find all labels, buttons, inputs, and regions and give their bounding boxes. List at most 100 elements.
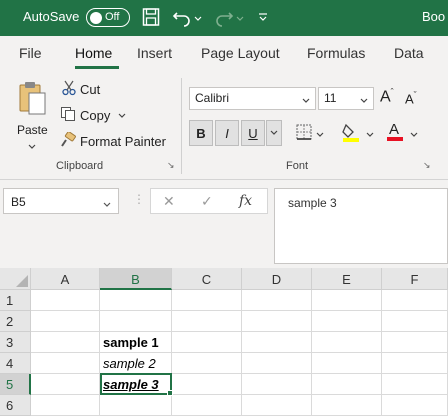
- grid-cell[interactable]: [312, 395, 382, 416]
- grid-cell[interactable]: [242, 353, 312, 374]
- paste-button[interactable]: Paste: [14, 78, 52, 150]
- row-header-6[interactable]: 6: [0, 395, 31, 416]
- autosave-state: Off: [105, 11, 120, 23]
- decrease-font-size-icon[interactable]: Aˇ: [405, 90, 417, 106]
- fill-color-icon[interactable]: [342, 122, 360, 145]
- copy-button[interactable]: Copy: [60, 106, 126, 125]
- underline-button[interactable]: U: [241, 120, 265, 146]
- splitter-handle[interactable]: ⋮: [133, 192, 145, 206]
- name-box-value: B5: [11, 195, 26, 209]
- grid-cell[interactable]: [242, 311, 312, 332]
- font-color-icon[interactable]: A: [386, 120, 404, 145]
- grid-cell[interactable]: [100, 395, 172, 416]
- grid-cell[interactable]: [382, 353, 448, 374]
- tab-file[interactable]: File: [19, 45, 42, 61]
- grid-cell[interactable]: [31, 353, 100, 374]
- grid-cell[interactable]: [100, 290, 172, 311]
- column-header-f[interactable]: F: [382, 268, 448, 290]
- font-color-dropdown-icon[interactable]: [410, 128, 418, 142]
- grid-cell[interactable]: [31, 332, 100, 353]
- grid-cell[interactable]: [382, 374, 448, 395]
- formula-buttons: ✕ ✓ fx: [150, 188, 268, 214]
- underline-dropdown[interactable]: [266, 120, 282, 146]
- row-header-5[interactable]: 5: [0, 374, 31, 395]
- grid-cell[interactable]: [312, 290, 382, 311]
- row-header-2[interactable]: 2: [0, 311, 31, 332]
- font-launcher-icon[interactable]: ↘: [423, 160, 431, 171]
- grid-cell[interactable]: [242, 290, 312, 311]
- borders-dropdown-icon[interactable]: [316, 128, 324, 142]
- grid-cell[interactable]: [312, 353, 382, 374]
- tab-insert[interactable]: Insert: [137, 45, 172, 61]
- bold-button[interactable]: B: [189, 120, 213, 146]
- bold-label: B: [196, 125, 206, 141]
- copy-dropdown-icon: [118, 108, 126, 123]
- fill-handle[interactable]: [167, 390, 173, 396]
- column-header-a[interactable]: A: [31, 268, 100, 290]
- grid-cell[interactable]: [31, 290, 100, 311]
- column-header-e[interactable]: E: [312, 268, 382, 290]
- row-header-4[interactable]: 4: [0, 353, 31, 374]
- save-icon[interactable]: [142, 7, 160, 30]
- grid-cell[interactable]: [31, 395, 100, 416]
- row-header-3[interactable]: 3: [0, 332, 31, 353]
- fill-color-dropdown-icon[interactable]: [366, 128, 374, 142]
- paste-icon: [18, 80, 48, 119]
- formula-input[interactable]: sample 3: [274, 188, 448, 264]
- undo-icon[interactable]: [172, 7, 192, 30]
- grid-cell[interactable]: [382, 290, 448, 311]
- cut-button[interactable]: Cut: [62, 80, 100, 99]
- cell-b3[interactable]: sample 1: [100, 332, 172, 353]
- grid-cell[interactable]: [172, 353, 242, 374]
- row-header-1[interactable]: 1: [0, 290, 31, 311]
- font-size-select[interactable]: 11: [318, 87, 374, 110]
- grid-cell[interactable]: [172, 395, 242, 416]
- grid-cell[interactable]: [172, 311, 242, 332]
- grid-cell[interactable]: [172, 332, 242, 353]
- undo-dropdown-icon[interactable]: [194, 12, 202, 26]
- cell-b4[interactable]: sample 2: [100, 353, 172, 374]
- insert-function-icon[interactable]: fx: [239, 193, 252, 209]
- formula-bar-area: B5 ⋮ ✕ ✓ fx sample 3: [0, 180, 448, 268]
- grid-cell[interactable]: [242, 332, 312, 353]
- tab-formulas[interactable]: Formulas: [307, 45, 365, 61]
- grid-cell[interactable]: [242, 395, 312, 416]
- font-name-select[interactable]: Calibri: [189, 87, 316, 110]
- enter-icon[interactable]: ✓: [201, 193, 213, 210]
- borders-icon[interactable]: [296, 124, 312, 143]
- format-painter-label: Format Painter: [80, 134, 166, 149]
- tab-data[interactable]: Data: [394, 45, 424, 61]
- increase-font-size-icon[interactable]: Aˆ: [380, 87, 394, 106]
- select-all-button[interactable]: [0, 268, 31, 290]
- grid-cell[interactable]: [31, 311, 100, 332]
- grid-cell[interactable]: [312, 311, 382, 332]
- redo-icon[interactable]: [214, 7, 234, 30]
- grid-cell[interactable]: [242, 374, 312, 395]
- grid-cell[interactable]: [172, 374, 242, 395]
- grid-cell[interactable]: [312, 374, 382, 395]
- grid-cell[interactable]: [382, 332, 448, 353]
- clipboard-launcher-icon[interactable]: ↘: [167, 160, 175, 171]
- grid-cell[interactable]: [382, 311, 448, 332]
- autosave-toggle[interactable]: Off: [86, 8, 130, 27]
- grid-cell[interactable]: [312, 332, 382, 353]
- worksheet-grid[interactable]: A B C D E F 1 2 3 4 5 6 sample 1 sample …: [0, 268, 448, 416]
- format-painter-button[interactable]: Format Painter: [60, 131, 166, 151]
- grid-cell[interactable]: [382, 395, 448, 416]
- grid-cell[interactable]: [172, 290, 242, 311]
- scissors-icon: [62, 80, 76, 99]
- name-box[interactable]: B5: [3, 188, 119, 214]
- tab-page-layout[interactable]: Page Layout: [201, 45, 280, 61]
- grid-cell[interactable]: [31, 374, 100, 395]
- customize-qat-icon[interactable]: [258, 11, 268, 25]
- column-header-c[interactable]: C: [172, 268, 242, 290]
- column-header-d[interactable]: D: [242, 268, 312, 290]
- cancel-icon[interactable]: ✕: [163, 193, 175, 210]
- italic-button[interactable]: I: [215, 120, 239, 146]
- redo-dropdown-icon[interactable]: [236, 12, 244, 26]
- paste-dropdown-icon: [28, 140, 36, 154]
- font-size-value: 11: [324, 91, 337, 105]
- column-header-b[interactable]: B: [100, 268, 172, 290]
- tab-home[interactable]: Home: [75, 45, 112, 61]
- grid-cell[interactable]: [100, 311, 172, 332]
